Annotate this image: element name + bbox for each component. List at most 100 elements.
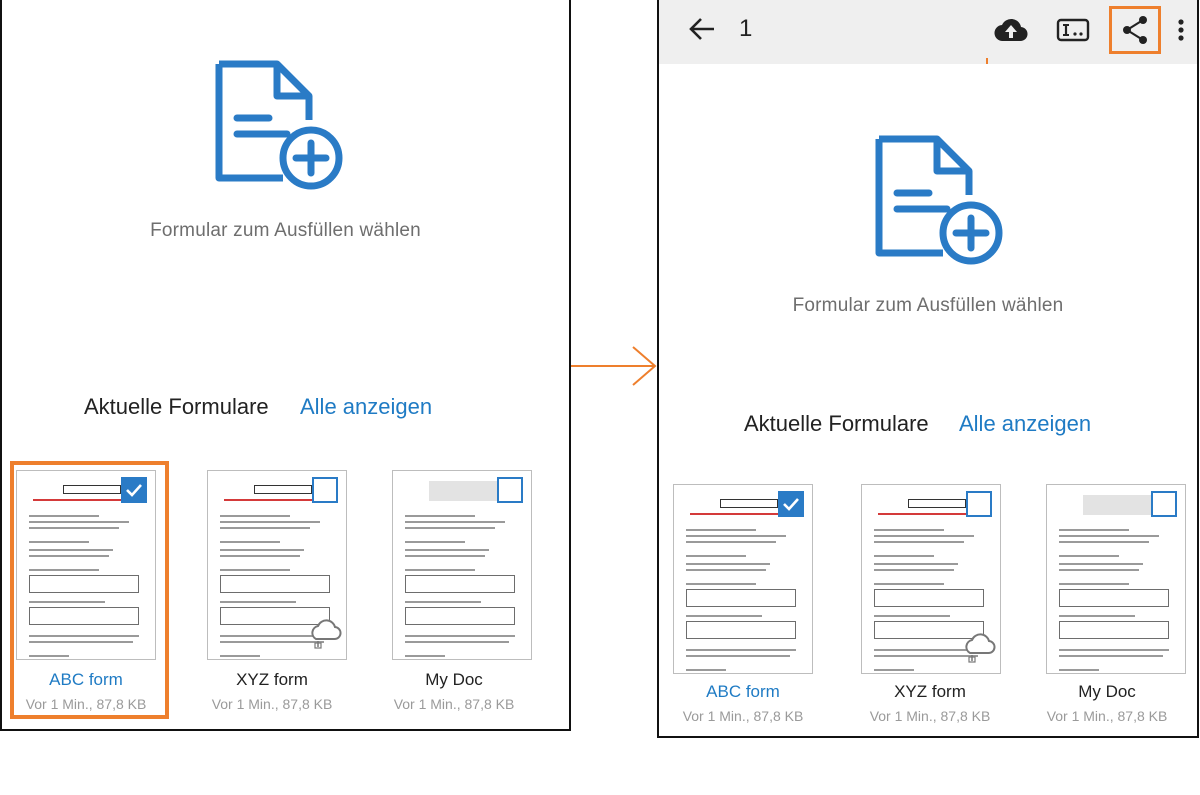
thumbnail-text-line [1059,569,1139,571]
thumbnail-field-box [405,575,515,593]
cloud-icon [962,633,996,663]
thumbnail-text-line [1059,529,1129,531]
thumbnail-text-line [686,555,746,557]
more-vert-icon [1178,19,1184,41]
show-all-link[interactable]: Alle anzeigen [959,411,1091,437]
form-name: My Doc [1078,682,1136,701]
document-add-icon [215,60,343,190]
share-button[interactable] [1109,6,1161,54]
thumbnail-text-line [686,649,796,651]
thumbnail-text-line [1059,615,1135,617]
thumbnail-header [908,499,966,508]
text-field-button[interactable] [1055,14,1091,46]
form-name: My Doc [425,670,483,689]
more-options-button[interactable] [1171,14,1191,46]
thumbnail-text-line [220,527,310,529]
thumbnail-text-line [874,535,974,537]
back-button[interactable] [685,12,719,46]
selection-highlight [10,461,169,719]
form-thumbnail[interactable] [861,484,1001,674]
share-icon [1123,16,1147,44]
thumbnail-field-box [1059,589,1169,607]
thumbnail-text-line [405,655,445,657]
show-all-link[interactable]: Alle anzeigen [300,394,432,420]
upload-button[interactable] [993,14,1029,46]
thumbnail-text-line [686,529,756,531]
thumbnail-text-line [405,601,481,603]
form-thumbnail[interactable] [392,470,532,660]
thumbnail-text-line [1059,649,1169,651]
thumbnail-text-line [220,601,296,603]
form-name: ABC form [706,682,780,701]
toolbar-accent-mark [986,58,988,64]
cloud-icon [308,619,342,649]
thumbnail-text-line [405,515,475,517]
thumbnail-text-line [220,569,290,571]
screen-before: Formular zum Ausfüllen wählen Aktuelle F… [0,0,571,731]
thumbnail-text-line [405,635,515,637]
thumbnail-text-line [405,521,505,523]
thumbnail-text-line [686,583,756,585]
thumbnail-text-line [405,555,485,557]
thumbnail-text-line [1059,541,1149,543]
thumbnail-text-line [1059,583,1129,585]
thumbnail-text-line [220,555,300,557]
screen-after: 1 Formular zum Ausfüllen wählen Aktuelle… [657,0,1199,738]
thumbnail-text-line [405,569,475,571]
text-field-icon [1056,18,1090,42]
thumbnail-text-line [1059,555,1119,557]
arrow-left-icon [689,18,714,40]
thumbnail-text-line [686,541,776,543]
thumbnail-text-line [1059,655,1163,657]
thumbnail-text-line [686,535,786,537]
form-meta: Vor 1 Min., 87,8 KB [869,708,991,724]
arrow-right-icon [571,346,657,386]
thumbnail-text-line [220,515,290,517]
thumbnail-text-line [1059,535,1159,537]
checkbox-icon[interactable] [778,491,804,517]
selection-toolbar: 1 [659,0,1197,64]
thumbnail-field-box [220,575,330,593]
thumbnail-text-line [405,549,489,551]
form-meta: Vor 1 Min., 87,8 KB [1046,708,1168,724]
thumbnail-header [720,499,778,508]
thumbnail-field-box [686,589,796,607]
thumbnail-text-line [874,583,944,585]
checkbox-icon[interactable] [1151,491,1177,517]
recent-forms-heading: Aktuelle Formulare [84,394,269,419]
form-meta: Vor 1 Min., 87,8 KB [211,696,333,712]
thumbnail-text-line [220,549,304,551]
thumbnail-text-line [220,655,260,657]
thumbnail-text-line [686,569,766,571]
form-meta: Vor 1 Min., 87,8 KB [682,708,804,724]
form-thumbnail[interactable] [207,470,347,660]
thumbnail-text-line [405,641,509,643]
thumbnail-field-box [874,589,984,607]
thumbnail-field-box [686,621,796,639]
form-thumbnail[interactable] [673,484,813,674]
form-thumbnail[interactable] [1046,484,1186,674]
thumbnail-text-line [874,615,950,617]
checkmark-icon [783,498,799,511]
selected-count: 1 [739,15,753,42]
thumbnail-field-box [405,607,515,625]
checkbox-icon[interactable] [966,491,992,517]
thumbnail-text-line [220,521,320,523]
checkbox-icon[interactable] [312,477,338,503]
empty-state-prompt: Formular zum Ausfüllen wählen [792,295,1064,316]
form-name: XYZ form [894,682,966,701]
checkbox-icon[interactable] [497,477,523,503]
document-add-icon [875,135,1003,265]
thumbnail-field-box [1059,621,1169,639]
thumbnail-text-line [874,529,944,531]
thumbnail-text-line [874,569,954,571]
form-meta: Vor 1 Min., 87,8 KB [393,696,515,712]
thumbnail-text-line [874,541,964,543]
cloud-upload-icon [994,18,1028,42]
thumbnail-text-line [874,555,934,557]
thumbnail-text-line [405,527,495,529]
empty-state-prompt: Formular zum Ausfüllen wählen [150,220,421,241]
recent-forms-heading: Aktuelle Formulare [744,411,929,436]
thumbnail-text-line [686,655,790,657]
thumbnail-text-line [874,563,958,565]
